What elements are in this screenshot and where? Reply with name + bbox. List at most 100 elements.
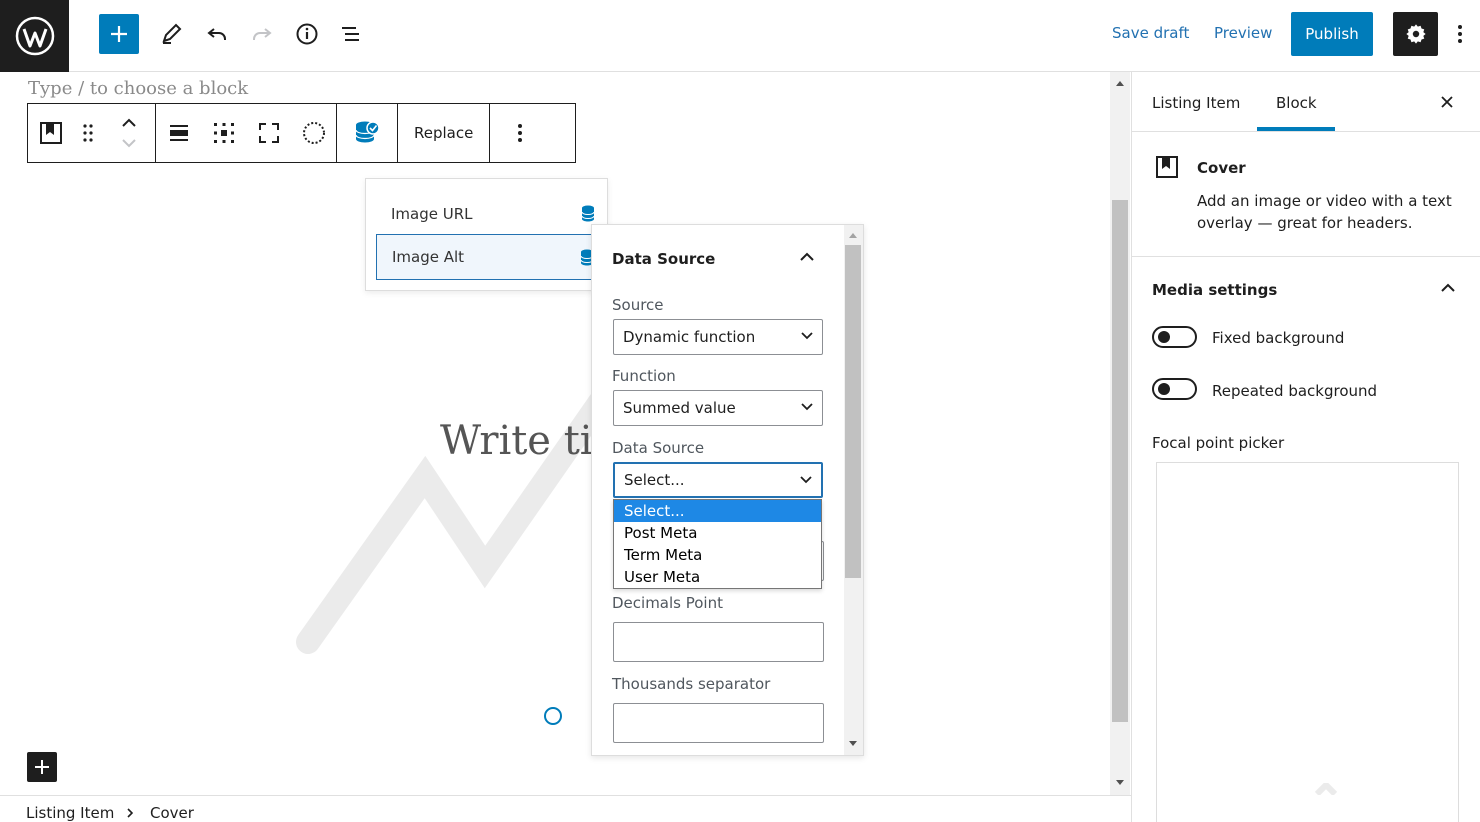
data-source-select-value: Select...	[624, 471, 685, 489]
field-item-label: Image Alt	[392, 248, 465, 266]
details-button[interactable]	[287, 14, 327, 54]
data-source-label: Data Source	[612, 439, 705, 457]
gear-icon	[1405, 24, 1426, 44]
move-buttons	[103, 104, 155, 162]
add-block-button[interactable]	[99, 14, 139, 54]
toolbar-group-block	[28, 104, 156, 162]
move-up-icon[interactable]	[121, 118, 137, 128]
breadcrumb-item-listing-item[interactable]: Listing Item	[26, 804, 114, 822]
content-position-button[interactable]	[201, 104, 246, 162]
cover-block-icon	[1156, 156, 1178, 178]
repeated-background-label: Repeated background	[1212, 382, 1378, 400]
toolbar-group-more	[490, 104, 550, 162]
scroll-down-arrow-icon[interactable]	[1115, 779, 1125, 787]
tab-block[interactable]: Block	[1276, 94, 1317, 112]
data-source-panel: Data Source Source Dynamic function Func…	[591, 224, 864, 756]
decimals-point-input[interactable]	[613, 622, 824, 662]
chevron-up-icon[interactable]	[1441, 283, 1455, 292]
thousands-label: Thousands separator	[612, 675, 771, 693]
panel-scrollbar-thumb[interactable]	[845, 245, 861, 578]
toggle-knob	[1158, 383, 1170, 395]
settings-button[interactable]	[1393, 12, 1438, 56]
focal-point-graphic	[1315, 783, 1337, 795]
fixed-background-label: Fixed background	[1212, 329, 1345, 347]
duotone-button[interactable]	[291, 104, 336, 162]
scroll-down-arrow-icon[interactable]	[848, 740, 858, 748]
source-select-value: Dynamic function	[623, 328, 756, 346]
database-check-icon	[355, 121, 380, 143]
data-source-dropdown: Select... Post Meta Term Meta User Meta	[613, 499, 822, 589]
scroll-up-arrow-icon[interactable]	[1115, 79, 1125, 87]
database-icon	[581, 205, 595, 222]
plus-icon	[35, 760, 49, 774]
block-options-button[interactable]	[490, 104, 550, 162]
replace-button[interactable]: Replace	[398, 104, 489, 162]
duotone-icon	[302, 122, 325, 144]
data-source-select[interactable]: Select...	[613, 462, 823, 498]
block-name: Cover	[1197, 159, 1246, 177]
fixed-background-toggle[interactable]	[1152, 326, 1197, 348]
function-select-value: Summed value	[623, 399, 736, 417]
source-select[interactable]: Dynamic function	[613, 319, 823, 355]
undo-button[interactable]	[197, 14, 237, 54]
dropdown-option-user-meta[interactable]: User Meta	[614, 566, 821, 588]
focal-point-picker[interactable]	[1156, 462, 1459, 822]
wordpress-logo-icon[interactable]	[0, 0, 69, 72]
move-down-icon[interactable]	[121, 138, 137, 148]
chevron-right-icon	[127, 808, 133, 818]
more-options-button[interactable]	[1445, 14, 1475, 54]
decimals-label: Decimals Point	[612, 594, 723, 612]
settings-sidebar: Listing Item Block Cover Add an image or…	[1131, 72, 1480, 822]
chevron-down-icon	[801, 403, 813, 411]
canvas-scrollbar-thumb[interactable]	[1112, 200, 1128, 722]
focal-point-label: Focal point picker	[1152, 434, 1285, 452]
list-view-button[interactable]	[331, 14, 371, 54]
tab-listing-item[interactable]: Listing Item	[1152, 94, 1240, 112]
repeated-background-toggle[interactable]	[1152, 378, 1197, 400]
drag-handle[interactable]	[73, 104, 103, 162]
media-settings-title[interactable]: Media settings	[1152, 281, 1277, 299]
cover-block-icon	[39, 122, 62, 144]
vertical-ellipsis-icon	[1458, 25, 1462, 43]
block-placeholder[interactable]: Type / to choose a block	[28, 78, 248, 99]
chevron-up-icon[interactable]	[800, 252, 814, 261]
field-item-label: Image URL	[391, 205, 473, 223]
editor-header: Save draft Preview Publish	[0, 0, 1480, 72]
toggle-knob	[1158, 331, 1170, 343]
redo-button[interactable]	[242, 14, 282, 54]
block-toolbar: Replace	[27, 103, 576, 163]
edit-tools-button[interactable]	[151, 14, 191, 54]
field-item-image-alt[interactable]: Image Alt	[376, 234, 601, 280]
dropdown-option-select[interactable]: Select...	[614, 500, 821, 522]
function-select[interactable]: Summed value	[613, 390, 823, 426]
toolbar-group-dynamic	[337, 104, 398, 162]
plus-icon	[111, 26, 127, 42]
function-label: Function	[612, 367, 676, 385]
field-item-image-url[interactable]: Image URL	[376, 191, 601, 237]
divider	[1132, 131, 1480, 132]
save-draft-button[interactable]: Save draft	[1112, 24, 1189, 42]
dynamic-data-button[interactable]	[337, 104, 397, 162]
chevron-down-icon	[800, 476, 812, 484]
source-label: Source	[612, 296, 664, 314]
align-button[interactable]	[156, 104, 201, 162]
undo-icon	[207, 28, 226, 40]
chevron-down-icon	[801, 332, 813, 340]
publish-button[interactable]: Publish	[1291, 12, 1373, 56]
preview-button[interactable]: Preview	[1214, 24, 1272, 42]
block-type-button[interactable]	[28, 104, 73, 162]
close-icon[interactable]	[1441, 96, 1453, 108]
vertical-ellipsis-icon	[518, 124, 523, 142]
position-icon	[213, 123, 234, 143]
breadcrumb-item-cover[interactable]: Cover	[150, 804, 194, 822]
spinner-icon	[544, 707, 562, 725]
thousands-separator-input[interactable]	[613, 703, 824, 743]
add-block-bottom-button[interactable]	[27, 752, 57, 782]
scroll-up-arrow-icon[interactable]	[848, 231, 858, 239]
redo-icon	[253, 28, 272, 40]
dropdown-option-post-meta[interactable]: Post Meta	[614, 522, 821, 544]
dropdown-option-term-meta[interactable]: Term Meta	[614, 544, 821, 566]
full-height-button[interactable]	[246, 104, 291, 162]
dynamic-fields-popover: Image URL Image Alt	[365, 178, 608, 291]
list-view-icon	[342, 27, 359, 41]
